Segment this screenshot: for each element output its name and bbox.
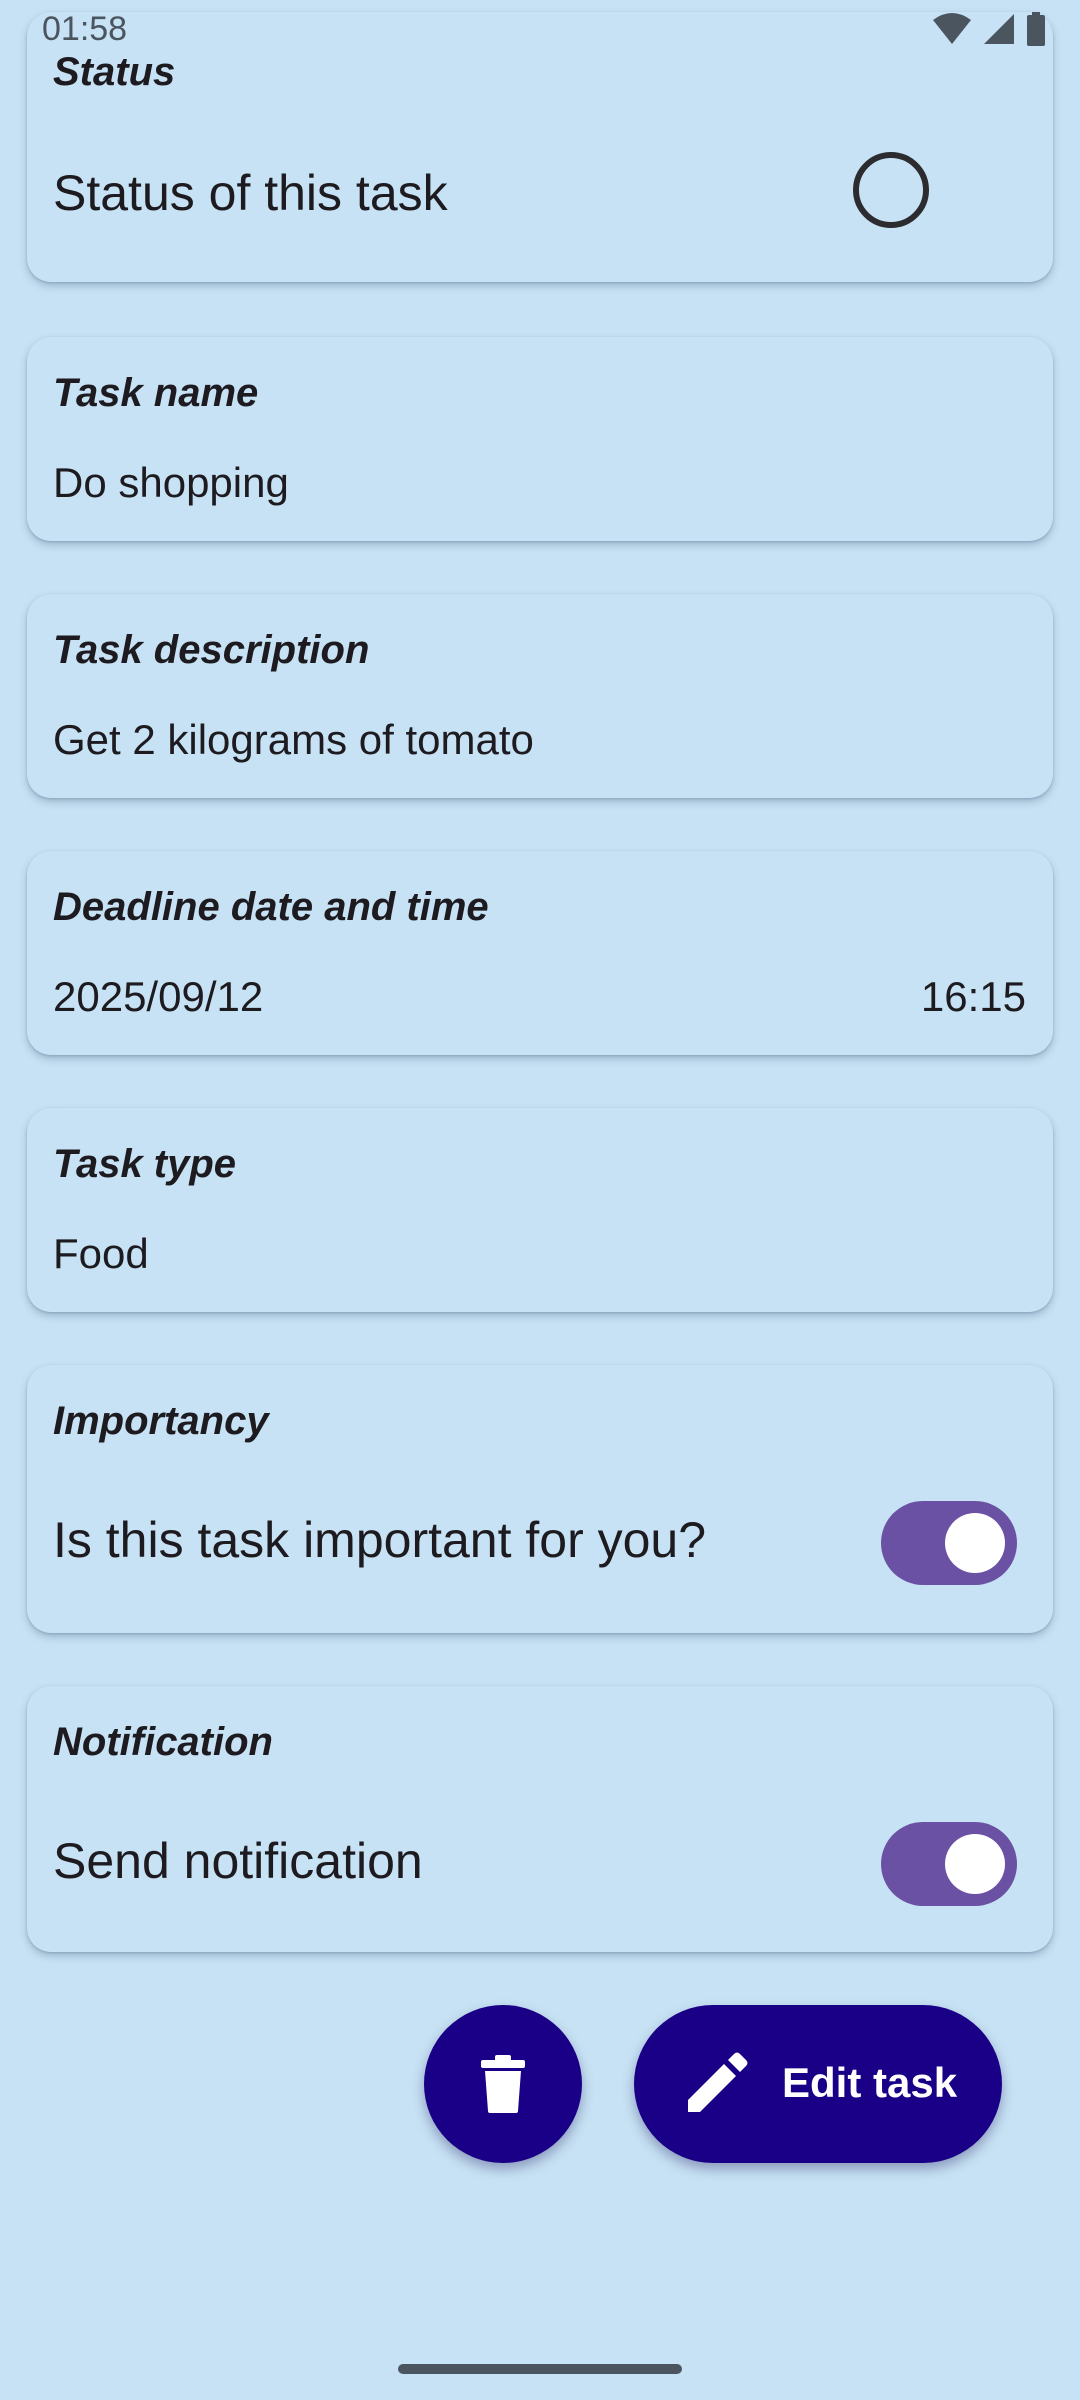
notification-card: Notification Send notification (27, 1686, 1053, 1952)
importancy-card: Importancy Is this task important for yo… (27, 1365, 1053, 1633)
status-bar: 01:58 (0, 0, 1080, 60)
toggle-knob (945, 1834, 1005, 1894)
task-type-value: Food (53, 1230, 149, 1277)
delete-task-button[interactable] (424, 2005, 582, 2163)
status-bar-time: 01:58 (42, 10, 128, 48)
status-card-label: Status of this task (53, 165, 448, 221)
importancy-toggle[interactable] (881, 1501, 1017, 1585)
pencil-icon (688, 2052, 748, 2112)
status-checkbox[interactable] (853, 152, 929, 228)
importancy-label: Is this task important for you? (53, 1512, 707, 1568)
toggle-knob (945, 1513, 1005, 1573)
task-type-card[interactable]: Task type Food (27, 1108, 1053, 1312)
trash-icon (481, 2055, 525, 2113)
task-name-title: Task name (53, 371, 259, 415)
edit-task-label: Edit task (782, 2059, 958, 2106)
task-description-title: Task description (53, 628, 370, 672)
notification-label: Send notification (53, 1833, 423, 1889)
deadline-time[interactable]: 16:15 (921, 973, 1026, 1021)
notification-toggle[interactable] (881, 1822, 1017, 1906)
battery-icon (1027, 12, 1045, 46)
deadline-title: Deadline date and time (53, 885, 489, 929)
home-indicator[interactable] (398, 2364, 682, 2374)
task-description-card[interactable]: Task description Get 2 kilograms of toma… (27, 594, 1053, 798)
task-type-title: Task type (53, 1142, 237, 1186)
deadline-card[interactable]: Deadline date and time 2025/09/12 16:15 (27, 851, 1053, 1055)
edit-task-button[interactable]: Edit task (634, 2005, 1002, 2163)
task-name-value: Do shopping (53, 459, 289, 506)
deadline-date[interactable]: 2025/09/12 (53, 973, 263, 1021)
task-name-card[interactable]: Task name Do shopping (27, 337, 1053, 541)
task-description-value: Get 2 kilograms of tomato (53, 716, 534, 763)
cellular-signal-icon (984, 14, 1014, 44)
wifi-icon (933, 13, 971, 44)
status-bar-icons (932, 12, 1046, 46)
notification-title: Notification (53, 1720, 273, 1764)
importancy-title: Importancy (53, 1399, 269, 1443)
